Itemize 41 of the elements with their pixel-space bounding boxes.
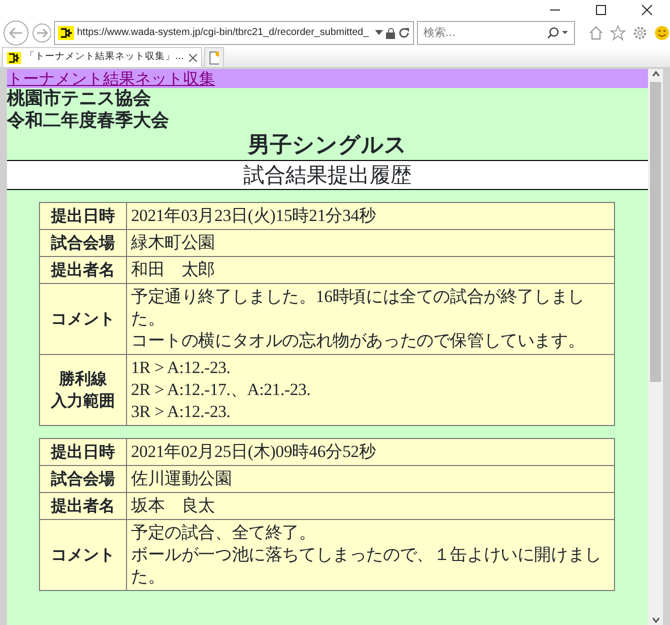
field-value: 2021年03月23日(火)15時21分34秒 bbox=[126, 202, 614, 230]
new-tab-icon[interactable] bbox=[204, 47, 224, 67]
field-label: 提出者名 bbox=[40, 256, 126, 284]
scroll-down-icon[interactable] bbox=[650, 615, 660, 625]
field-label: 提出者名 bbox=[40, 492, 126, 520]
scrollbar[interactable] bbox=[648, 69, 663, 625]
address-bar[interactable]: https://www.wada-system.jp/cgi-bin/tbrc21_d/recorder_submitted_ bbox=[54, 20, 414, 44]
url-text: https://www.wada-system.jp/cgi-bin/tbrc21_d/recorder_submitted_ bbox=[77, 26, 369, 40]
field-label: 勝利線 入力範囲 bbox=[40, 354, 126, 426]
close-tab-icon[interactable] bbox=[189, 54, 197, 62]
field-value: 予定の試合、全て終了。 ボールが一つ池に落ちてしまったので、１缶よけいに開けました。 bbox=[126, 520, 614, 590]
search-box[interactable]: 検索... bbox=[417, 20, 575, 44]
field-value: 1R > A:12.-23. 2R > A:12.-17.、A:21.-23. 3R > A:12.-23. bbox=[126, 354, 614, 426]
field-value: 予定通り終了しました。16時頃には全ての試合が終了しました。 コートの横にタオルの忘れ物があったので保管しています。 bbox=[126, 284, 614, 354]
star-icon[interactable] bbox=[610, 24, 626, 40]
tournament-name: 令和二年度春季大会 bbox=[7, 110, 170, 132]
field-value: 和田 太郎 bbox=[126, 256, 614, 284]
field-value: 緑木町公園 bbox=[126, 230, 614, 256]
browser-tab[interactable]: 「トーナメント結果ネット収集」... bbox=[2, 47, 202, 67]
refresh-icon[interactable] bbox=[398, 26, 410, 38]
page-heading: 試合結果提出履歴 bbox=[7, 160, 648, 190]
search-icon[interactable] bbox=[547, 26, 569, 38]
event-title: 男子シングルス bbox=[246, 132, 408, 160]
field-label: 提出日時 bbox=[40, 438, 126, 466]
field-value: 佐川運動公園 bbox=[126, 466, 614, 492]
lock-icon bbox=[386, 26, 396, 38]
tab-label: 「トーナメント結果ネット収集」... bbox=[25, 50, 185, 64]
field-label: 提出日時 bbox=[40, 202, 126, 230]
scroll-up-icon[interactable] bbox=[650, 69, 660, 79]
field-label: コメント bbox=[40, 284, 126, 354]
dropdown-caret-icon[interactable] bbox=[374, 30, 383, 36]
field-value: 坂本 良太 bbox=[126, 492, 614, 520]
site-logo-icon bbox=[58, 26, 74, 40]
field-label: コメント bbox=[40, 520, 126, 590]
smiley-icon[interactable] bbox=[654, 24, 670, 40]
site-logo-icon bbox=[7, 52, 21, 64]
field-value: 2021年02月25日(木)09時46分52秒 bbox=[126, 438, 614, 466]
settings-icon[interactable] bbox=[632, 24, 648, 40]
field-label: 試合会場 bbox=[40, 230, 126, 256]
field-label: 試合会場 bbox=[40, 466, 126, 492]
home-icon[interactable] bbox=[588, 24, 604, 40]
